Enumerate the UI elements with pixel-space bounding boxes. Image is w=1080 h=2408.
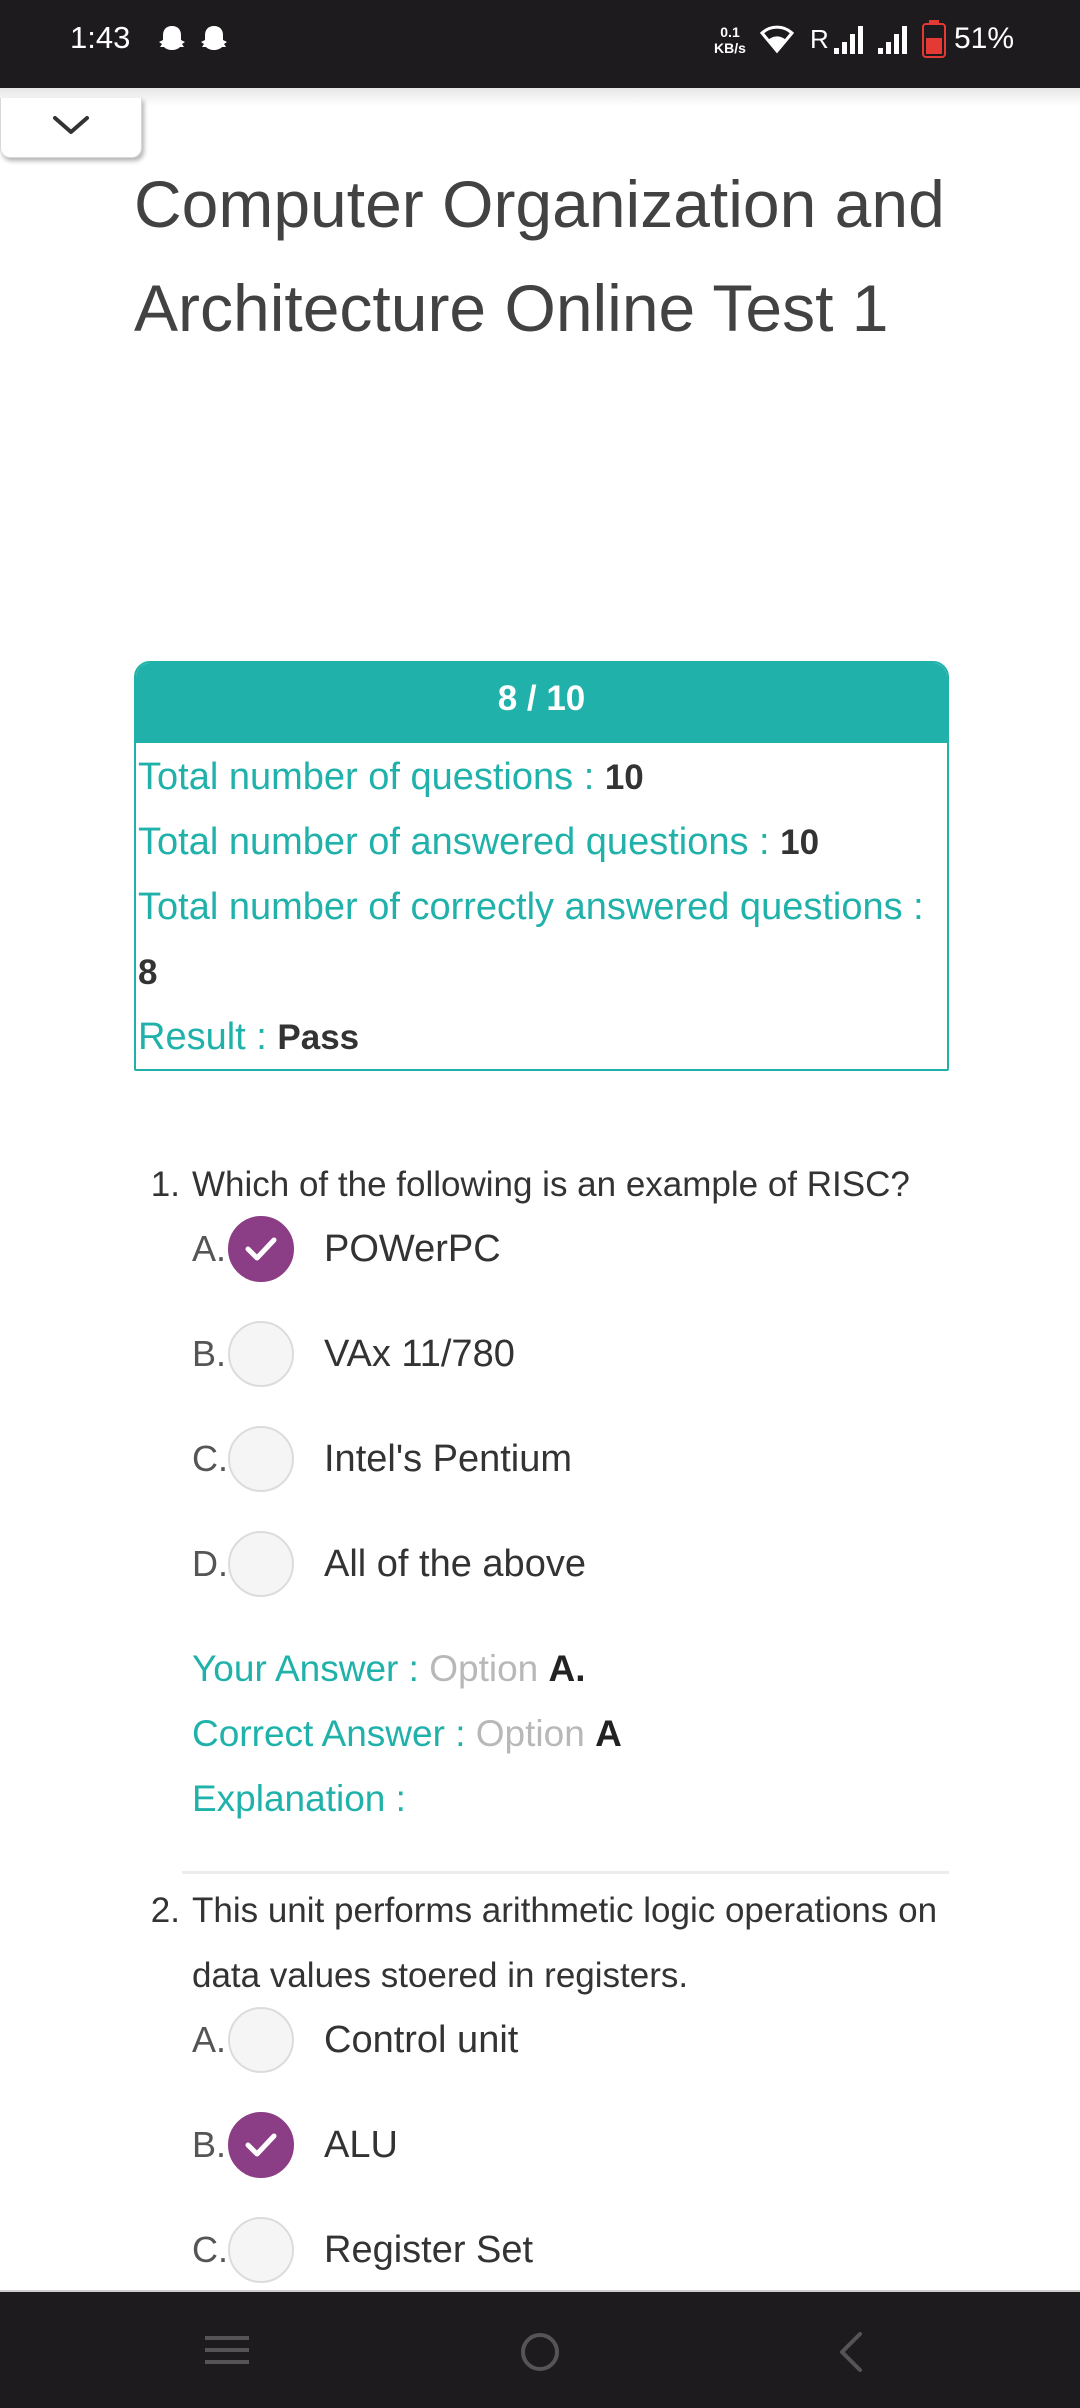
question-header: 1. Which of the following is an example …: [134, 1152, 949, 1217]
radio-unchecked[interactable]: [228, 2007, 294, 2073]
option-letter: D.: [192, 1543, 228, 1584]
radio-unchecked[interactable]: [228, 1321, 294, 1387]
answered-questions-value: 10: [780, 823, 820, 862]
question-header: 2. This unit performs arithmetic logic o…: [134, 1878, 949, 2008]
question-number: 2.: [150, 1891, 180, 1930]
option-b[interactable]: B. VAx 11/780: [192, 1319, 515, 1389]
net-speed: 0.1 KB/s: [710, 24, 750, 56]
radio-unchecked[interactable]: [228, 1531, 294, 1597]
option-text: VAx 11/780: [324, 1332, 515, 1375]
radio-unchecked[interactable]: [228, 2217, 294, 2283]
score-header: 8 / 10: [136, 663, 947, 743]
battery-percent: 51%: [954, 22, 1015, 55]
option-letter: B.: [192, 1333, 227, 1374]
answered-questions-label: Total number of answered questions :: [138, 821, 781, 863]
battery-icon: [922, 20, 946, 58]
correct-answer-label: Correct Answer :: [192, 1713, 476, 1754]
explanation-label: Explanation :: [192, 1778, 406, 1819]
option-letter: A.: [192, 1228, 227, 1269]
your-answer-label: Your Answer :: [192, 1648, 430, 1689]
option-letter: C.: [192, 1438, 228, 1479]
option-text: Control unit: [324, 2018, 519, 2061]
signal-icon: [878, 26, 907, 54]
wifi-icon: [760, 25, 794, 54]
option-a[interactable]: A. POWerPC: [192, 1214, 501, 1284]
answer-summary: Your Answer : Option A. Correct Answer :…: [192, 1636, 622, 1831]
home-icon[interactable]: [518, 2330, 562, 2374]
total-questions-label: Total number of questions :: [138, 756, 605, 798]
your-answer-option-word: Option: [429, 1648, 549, 1689]
back-icon[interactable]: [834, 2330, 868, 2374]
correct-answer-option-word: Option: [475, 1713, 596, 1754]
option-c[interactable]: C. Intel's Pentium: [192, 1424, 572, 1494]
option-text: ALU: [324, 2123, 398, 2166]
check-icon: [245, 1237, 277, 1261]
question-text: Which of the following is an example of …: [192, 1165, 910, 1204]
result-value: Pass: [277, 1018, 360, 1057]
result-card: 8 / 10 Total number of questions : 10 To…: [134, 661, 949, 1071]
correct-answer-value: A: [595, 1713, 622, 1754]
your-answer: Your Answer : Option A.: [192, 1636, 622, 1701]
status-bar: 1:43 0.1 KB/s R 51%: [0, 0, 1080, 88]
collapse-button[interactable]: [0, 98, 142, 158]
option-text: Intel's Pentium: [324, 1437, 573, 1480]
result-line: Result : Pass: [136, 1005, 947, 1069]
question-1: 1. Which of the following is an example …: [134, 1152, 949, 1819]
snapchat-ghost-icon: [159, 26, 185, 50]
option-d[interactable]: D. All of the above: [192, 1529, 586, 1599]
correct-answer: Correct Answer : Option A: [192, 1701, 622, 1766]
result-label: Result :: [138, 1016, 278, 1058]
signal-icon: [834, 26, 863, 54]
option-letter: B.: [192, 2124, 227, 2165]
option-letter: A.: [192, 2019, 227, 2060]
correct-questions-label: Total number of correctly answered quest…: [138, 886, 924, 928]
net-speed-value: 0.1: [720, 24, 740, 40]
header-shadow: [0, 88, 1080, 106]
roaming-indicator: R: [810, 24, 829, 54]
option-letter: C.: [192, 2229, 228, 2270]
total-questions-line: Total number of questions : 10: [136, 745, 947, 810]
option-text: POWerPC: [324, 1227, 501, 1270]
snapchat-ghost-icon: [201, 26, 227, 50]
page-title: Computer Organization and Architecture O…: [134, 167, 945, 345]
radio-checked[interactable]: [228, 1216, 294, 1282]
radio-checked[interactable]: [228, 2112, 294, 2178]
option-c[interactable]: C. Register Set: [192, 2215, 533, 2285]
option-a[interactable]: A. Control unit: [192, 2005, 518, 2075]
option-text: All of the above: [324, 1542, 586, 1585]
question-2: 2. This unit performs arithmetic logic o…: [134, 1878, 949, 2283]
your-answer-value: A.: [548, 1648, 586, 1689]
total-questions-value: 10: [604, 758, 644, 797]
correct-questions-line: Total number of correctly answered quest…: [136, 875, 947, 1005]
question-number: 1.: [150, 1165, 180, 1204]
radio-unchecked[interactable]: [228, 1426, 294, 1492]
net-speed-unit: KB/s: [714, 40, 746, 56]
chevron-down-icon: [53, 116, 89, 134]
system-nav-bar: [0, 2292, 1080, 2408]
check-icon: [245, 2133, 277, 2157]
option-text: Register Set: [324, 2228, 534, 2271]
correct-questions-value: 8: [138, 953, 158, 992]
menu-icon[interactable]: [205, 2332, 249, 2368]
option-b[interactable]: B. ALU: [192, 2110, 398, 2180]
answered-questions-line: Total number of answered questions : 10: [136, 810, 947, 875]
question-text: This unit performs arithmetic logic oper…: [192, 1891, 938, 1995]
status-time: 1:43: [70, 20, 131, 55]
question-divider: [182, 1871, 949, 1874]
